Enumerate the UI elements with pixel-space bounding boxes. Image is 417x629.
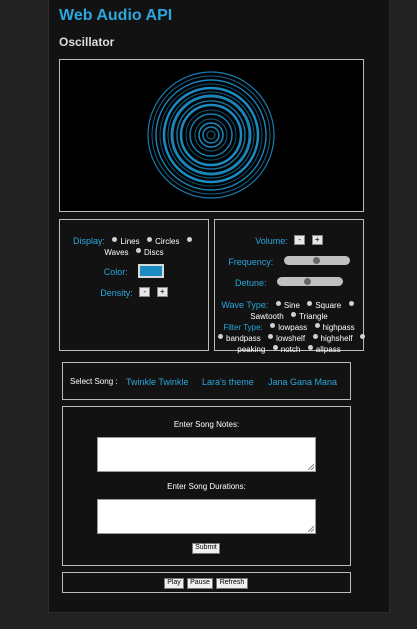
visualizer-ring: [170, 94, 252, 176]
sound-settings-panel: Volume: - + Frequency: Detune: Wave Type…: [214, 219, 365, 354]
song-link-laras-theme[interactable]: Lara's theme: [202, 377, 254, 387]
song-durations-label: Enter Song Durations:: [167, 482, 246, 491]
visualizer-ring: [162, 86, 260, 184]
song-durations-textarea[interactable]: [97, 499, 316, 534]
visualizer-ring: [147, 71, 275, 199]
refresh-button[interactable]: Refresh: [216, 578, 248, 589]
display-settings-panel: Display: Lines Circles Waves Discs Color…: [59, 219, 209, 351]
frequency-label: Frequency:: [228, 257, 274, 267]
visualizer-ring: [185, 109, 237, 161]
app-page: Web Audio API Oscillator Display: Lines …: [48, 0, 390, 613]
detune-slider[interactable]: [276, 277, 343, 287]
density-increase-button[interactable]: +: [156, 286, 168, 297]
submit-button[interactable]: Submit: [192, 543, 220, 554]
visualizer-ring: [159, 83, 263, 187]
volume-decrease-button[interactable]: -: [294, 234, 306, 245]
song-notes-panel: Enter Song Notes: Enter Song Durations: …: [62, 406, 351, 566]
color-label: Color:: [103, 267, 128, 277]
filter-notch-label: notch: [280, 345, 301, 354]
color-picker[interactable]: [138, 263, 165, 278]
filter-notch-radio[interactable]: [272, 344, 278, 350]
filter-allpass-radio[interactable]: [307, 344, 313, 350]
detune-label: Detune:: [235, 278, 267, 288]
song-notes-label: Enter Song Notes:: [173, 420, 240, 429]
frequency-slider-thumb[interactable]: [313, 257, 321, 265]
page-title: Web Audio API: [59, 7, 173, 24]
visualizer-ring: [202, 126, 220, 144]
song-link-twinkle[interactable]: Twinkle Twinkle: [126, 377, 188, 387]
select-song-label: Select Song :: [70, 377, 118, 386]
visualizer-canvas: [59, 59, 364, 212]
visualizer-ring: [206, 130, 216, 140]
display-waves-label: Waves: [104, 248, 129, 257]
visualizer-ring: [194, 118, 228, 152]
frequency-slider[interactable]: [283, 256, 350, 266]
volume-label: Volume:: [255, 236, 288, 246]
visualizer-ring: [176, 100, 246, 170]
filter-allpass-label: allpass: [315, 345, 341, 354]
density-decrease-button[interactable]: -: [139, 286, 151, 297]
song-select-panel: Select Song : Twinkle Twinkle Lara's the…: [62, 362, 351, 400]
visualizer-rings: [147, 71, 275, 199]
playback-controls-panel: Play Pause Refresh: [62, 572, 351, 593]
visualizer-ring: [151, 75, 271, 195]
filter-peaking-label: peaking: [237, 345, 266, 354]
song-notes-textarea[interactable]: [97, 437, 316, 472]
detune-slider-thumb[interactable]: [303, 278, 311, 286]
pause-button[interactable]: Pause: [187, 578, 213, 589]
volume-increase-button[interactable]: +: [311, 234, 323, 245]
resize-grip-icon[interactable]: [308, 464, 314, 470]
section-title: Oscillator: [59, 35, 115, 49]
density-label: Density:: [100, 288, 133, 298]
song-link-jana-gana-mana[interactable]: Jana Gana Mana: [268, 377, 337, 387]
play-button[interactable]: Play: [164, 578, 184, 589]
display-discs-radio[interactable]: [136, 247, 142, 253]
resize-grip-icon[interactable]: [308, 526, 314, 532]
visualizer-ring: [189, 113, 233, 157]
display-discs-label: Discs: [144, 248, 164, 257]
